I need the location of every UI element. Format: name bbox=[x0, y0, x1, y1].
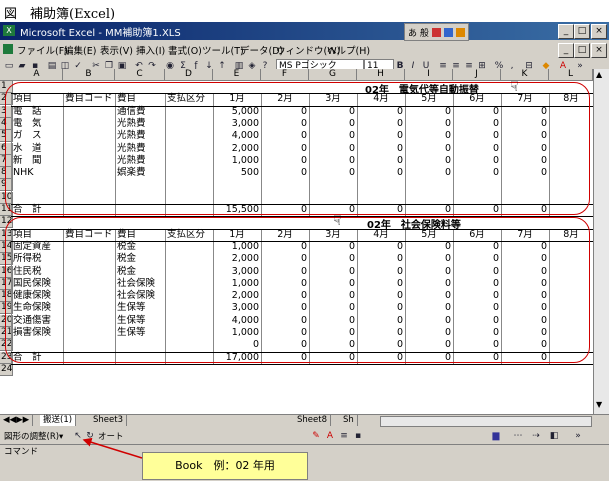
row-header[interactable]: 24 bbox=[0, 363, 13, 376]
drawing-more-icon[interactable]: » bbox=[572, 430, 584, 442]
ime-dictionary-icon[interactable] bbox=[431, 27, 441, 37]
tab-sheet8[interactable]: Sheet8 bbox=[294, 415, 331, 426]
column-header[interactable]: B bbox=[63, 69, 115, 81]
column-header[interactable]: I bbox=[405, 69, 453, 81]
grid-line bbox=[11, 363, 593, 365]
drawing-toolbar: 図形の調整(R)▾ ↖ ↻ オート ✎ A ≡ ▪ ▆ ⋯ ⇢ ◧ » bbox=[0, 427, 609, 444]
column-header[interactable]: J bbox=[453, 69, 501, 81]
free-rotate-icon[interactable]: ↻ bbox=[84, 430, 96, 442]
draw-font-color-icon[interactable]: A bbox=[324, 430, 336, 442]
column-header[interactable]: L bbox=[549, 69, 593, 81]
draw-menu-button[interactable]: 図形の調整(R)▾ bbox=[4, 430, 63, 442]
pointing-hand-icon: ☟ bbox=[510, 79, 519, 95]
table2-highlight-box bbox=[5, 217, 590, 363]
menu-edit[interactable]: 編集(E) bbox=[64, 43, 96, 57]
figure-caption: 図 補助簿(Excel) bbox=[4, 7, 116, 22]
scroll-down-icon[interactable]: ▼ bbox=[596, 400, 602, 409]
window-title: Microsoft Excel - MM補助簿1.XLS bbox=[20, 28, 181, 39]
line-color-icon[interactable]: ✎ bbox=[310, 430, 322, 442]
ime-toolbar[interactable]: あ 般 bbox=[404, 23, 469, 41]
chart-icon[interactable]: ▆ bbox=[490, 430, 502, 442]
ime-pad-icon[interactable] bbox=[443, 27, 453, 37]
title-bar: X Microsoft Excel - MM補助簿1.XLS あ 般 _ □ × bbox=[0, 22, 609, 41]
menu-file[interactable]: ファイル(F) bbox=[17, 43, 68, 57]
menu-help[interactable]: ヘルプ(H) bbox=[327, 43, 370, 57]
select-pointer-icon[interactable]: ↖ bbox=[72, 430, 84, 442]
menu-tools[interactable]: ツール(T) bbox=[202, 43, 244, 57]
menu-insert[interactable]: 挿入(I) bbox=[136, 43, 165, 57]
excel-app-icon: X bbox=[3, 25, 15, 36]
menu-bar: ファイル(F) 編集(E) 表示(V) 挿入(I) 書式(O) ツール(T) デ… bbox=[0, 40, 609, 58]
tab-sheet-more[interactable]: Sh bbox=[340, 415, 358, 426]
maximize-button[interactable]: □ bbox=[574, 24, 590, 39]
table1-highlight-box bbox=[5, 82, 590, 216]
line-style-icon[interactable]: ≡ bbox=[338, 430, 350, 442]
column-header[interactable]: A bbox=[11, 69, 63, 81]
arrow-style-icon[interactable]: ⇢ bbox=[530, 430, 542, 442]
tab-scroll-arrows-icon[interactable]: ◀◀▶▶ bbox=[0, 415, 34, 426]
workbook-restore-button[interactable]: □ bbox=[574, 43, 590, 58]
column-header[interactable]: H bbox=[357, 69, 405, 81]
pointing-hand-icon: ☟ bbox=[333, 213, 342, 230]
workbook-close-button[interactable]: × bbox=[591, 43, 607, 58]
column-header[interactable]: G bbox=[309, 69, 357, 81]
three-d-icon[interactable]: ◧ bbox=[548, 430, 560, 442]
workbook-minimize-button[interactable]: _ bbox=[558, 43, 574, 58]
ime-help-icon[interactable] bbox=[455, 27, 465, 37]
horizontal-scrollbar[interactable] bbox=[380, 416, 592, 427]
column-header[interactable]: C bbox=[115, 69, 165, 81]
minimize-button[interactable]: _ bbox=[558, 24, 574, 39]
tab-sheet-active[interactable]: 搬送(1) bbox=[40, 415, 77, 426]
autoshape-menu-button[interactable]: オート bbox=[98, 430, 124, 442]
scroll-up-icon[interactable]: ▲ bbox=[596, 70, 602, 79]
dash-style-icon[interactable]: ⋯ bbox=[512, 430, 524, 442]
workbook-icon[interactable] bbox=[3, 44, 13, 54]
book-callout: Book 例：02 年用 bbox=[142, 452, 308, 480]
worksheet-grid[interactable]: A B C D E F G H I J K L 1 2 3 4 5 6 7 8 9 10 11 12 13 14 15 16 17 18 1… bbox=[0, 69, 609, 414]
menu-view[interactable]: 表示(V) bbox=[100, 43, 133, 57]
column-header[interactable]: E bbox=[213, 69, 261, 81]
menu-format[interactable]: 書式(O) bbox=[168, 43, 202, 57]
vertical-scrollbar[interactable]: ▲ ▼ bbox=[593, 69, 609, 414]
tab-sheet3[interactable]: Sheet3 bbox=[90, 415, 127, 426]
column-header[interactable]: K bbox=[501, 69, 549, 81]
column-header[interactable]: F bbox=[261, 69, 309, 81]
shadow-icon[interactable]: ▪ bbox=[352, 430, 364, 442]
close-button[interactable]: × bbox=[591, 24, 607, 39]
sheet-tab-bar: ◀◀▶▶ 搬送(1) Sheet3 Sheet8 Sh bbox=[0, 414, 609, 427]
column-header[interactable]: D bbox=[165, 69, 213, 81]
ime-mode-label: あ 般 bbox=[408, 28, 429, 39]
